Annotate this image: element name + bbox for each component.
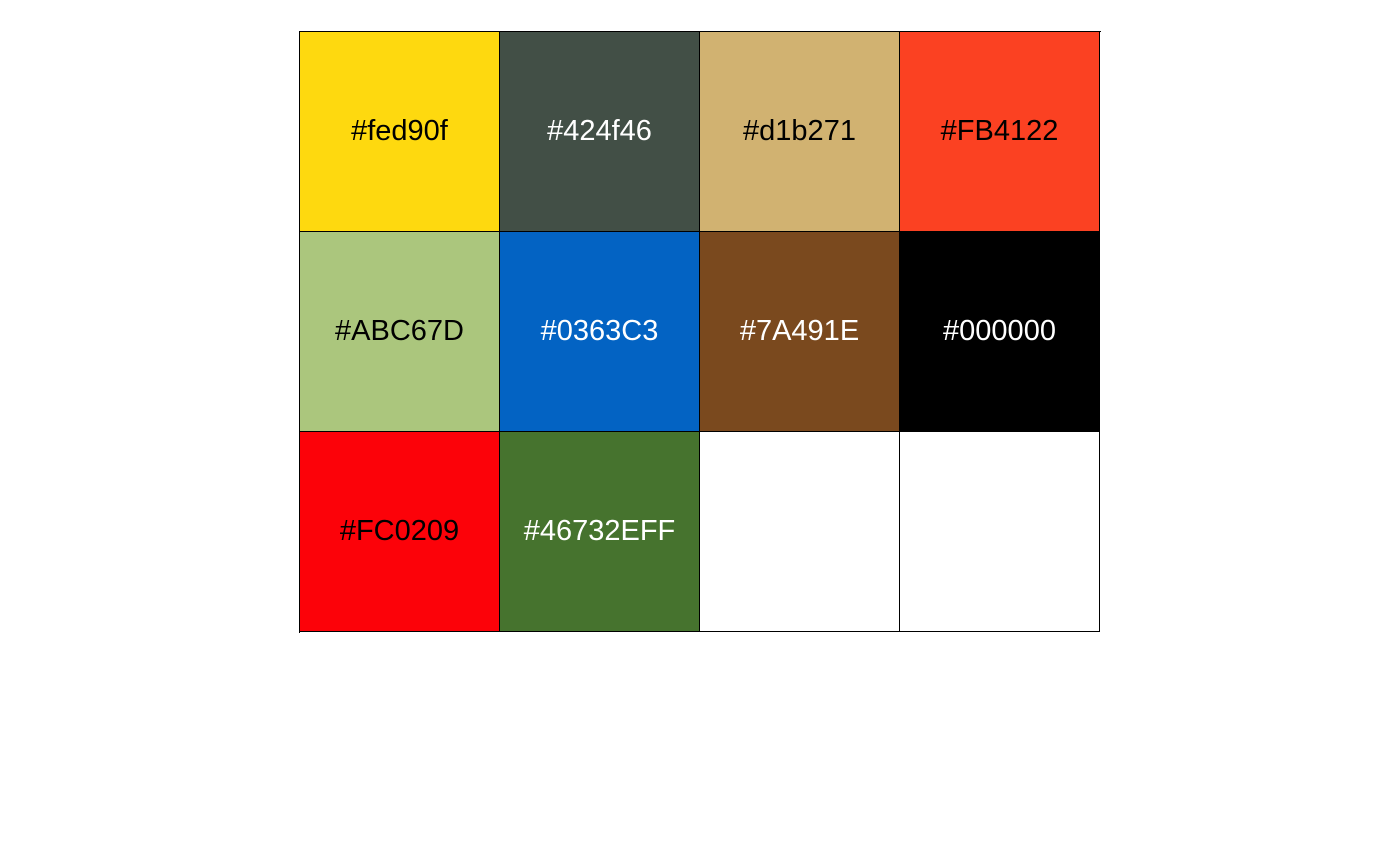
color-swatch: #FB4122 xyxy=(900,32,1100,232)
color-swatch: #d1b271 xyxy=(700,32,900,232)
color-swatch: #0363C3 xyxy=(500,232,700,432)
swatch-label: #FC0209 xyxy=(339,515,460,547)
empty-swatch xyxy=(700,432,900,632)
color-palette-grid: #fed90f #424f46 #d1b271 #FB4122 #ABC67D … xyxy=(299,31,1101,633)
swatch-label: #fed90f xyxy=(351,115,448,147)
color-swatch: #7A491E xyxy=(700,232,900,432)
color-swatch: #000000 xyxy=(900,232,1100,432)
color-swatch: #fed90f xyxy=(300,32,500,232)
empty-swatch xyxy=(900,432,1100,632)
swatch-label: #7A491E xyxy=(739,315,860,347)
swatch-label: #FB4122 xyxy=(940,115,1059,147)
color-swatch: #FC0209 xyxy=(300,432,500,632)
swatch-label: #0363C3 xyxy=(540,315,659,347)
swatch-label: #d1b271 xyxy=(743,115,856,147)
color-swatch: #46732EFF xyxy=(500,432,700,632)
swatch-label: #000000 xyxy=(943,315,1056,347)
swatch-label: #424f46 xyxy=(547,115,652,147)
swatch-label: #ABC67D xyxy=(335,315,464,347)
swatch-label: #46732EFF xyxy=(523,515,676,547)
color-swatch: #424f46 xyxy=(500,32,700,232)
color-swatch: #ABC67D xyxy=(300,232,500,432)
